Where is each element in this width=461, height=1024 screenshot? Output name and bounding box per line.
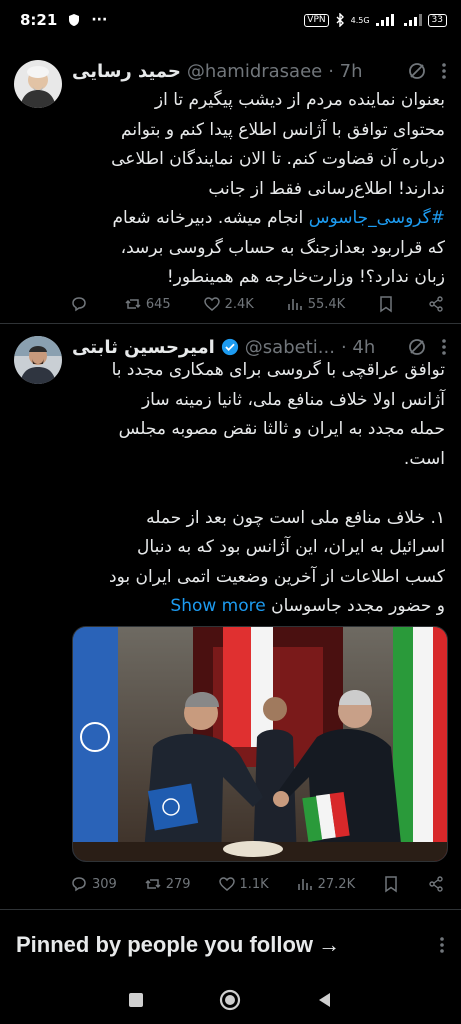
network-type: 4.5G [350, 15, 370, 25]
views-icon [297, 879, 312, 890]
arrow-right-icon[interactable]: → [318, 932, 340, 957]
text-line: بعنوان نماینده مردم از دیشب پیگیرم تا از [154, 90, 445, 110]
bookmark-button[interactable] [377, 295, 395, 313]
repost-icon [145, 879, 161, 889]
verified-badge-icon [221, 338, 238, 356]
bookmark-icon [380, 296, 392, 313]
text-line: حمله مجدد به ایران و ثالثا نقض مصوبه مجل… [118, 419, 445, 439]
like-count: 1.1K [239, 876, 269, 892]
grok-icon[interactable] [407, 337, 427, 357]
signal-2-icon [403, 14, 422, 26]
share-button[interactable] [427, 875, 445, 893]
tweet-time: · 7h [328, 60, 363, 82]
text-line: که قراربود بعدازجنگ به حساب گروسی برسد، [120, 237, 445, 258]
views-icon [287, 299, 302, 310]
system-nav-bar [0, 975, 461, 1024]
text-line: ۱. خلاف منافع ملی است چون بعد از حمله [146, 507, 445, 528]
bluetooth-icon [336, 13, 344, 27]
more-options-icon[interactable] [441, 62, 447, 80]
tweet-time: · 4h [340, 336, 376, 358]
view-count: 27.2K [317, 876, 356, 892]
tweet-text[interactable]: بعنوان نماینده مردم از دیشب پیگیرم تا از… [70, 86, 445, 293]
views-button[interactable]: 55.4K [286, 295, 345, 313]
home-icon[interactable] [218, 988, 242, 1012]
text-line: آژانس اولا خلاف منافع ملی، ثانیا زمینه س… [141, 389, 445, 410]
pinned-title[interactable]: Pinned by people you follow [16, 932, 313, 957]
heart-icon [218, 877, 235, 891]
tweet-text[interactable]: توافق عراقچی با گروسی برای همکاری مجدد ب… [70, 356, 445, 622]
repost-count: 645 [145, 296, 171, 312]
photo-illustration [73, 627, 447, 861]
text-line: است. [403, 448, 445, 469]
tweet-photo[interactable] [72, 626, 448, 862]
more-options-icon[interactable] [439, 936, 445, 954]
recents-icon[interactable] [127, 991, 145, 1009]
show-more-link[interactable]: Show more [170, 596, 265, 616]
share-icon [429, 876, 443, 892]
like-button[interactable]: 2.4K [203, 295, 254, 313]
bookmark-button[interactable] [382, 875, 400, 893]
like-count: 2.4K [224, 296, 254, 312]
views-button[interactable]: 27.2K [296, 875, 355, 893]
grok-icon[interactable] [407, 61, 427, 81]
signal-icon [375, 14, 394, 26]
avatar[interactable] [14, 336, 62, 384]
text-fragment: و حضور مجدد جاسوسان [271, 596, 445, 616]
back-icon[interactable] [316, 991, 334, 1009]
text-line: توافق عراقچی با گروسی برای همکاری مجدد ب… [111, 360, 445, 380]
repost-count: 279 [165, 876, 191, 892]
share-icon [429, 296, 443, 312]
author-name[interactable]: امیرحسین ثابتی [72, 337, 215, 358]
repost-button[interactable]: 645 [124, 295, 171, 313]
repost-icon [125, 299, 141, 309]
more-options-icon[interactable] [441, 338, 447, 356]
hashtag-link[interactable]: #گروسی_جاسوس [309, 208, 445, 228]
repost-button[interactable]: 279 [144, 875, 191, 893]
like-button[interactable]: 1.1K [218, 875, 269, 893]
tweet-1[interactable]: حمید رسایی @hamidrasaee · 7h بعنوان نمای… [0, 48, 461, 324]
author-handle[interactable]: @sabeti... [245, 337, 335, 358]
more-notifications-icon: ··· [91, 12, 108, 28]
reply-button[interactable] [70, 295, 92, 313]
text-fragment: انجام میشه. دبیرخانه شعام [112, 208, 309, 228]
status-bar: 8:21 ··· VPN 4.5G 33 [0, 0, 461, 40]
text-line: کسب اطلاعات از آخرین وضعیت اتمی ایران بو… [109, 566, 445, 587]
text-line: زبان ندارد؟! وزارت‌خارجه هم همینطور! [166, 267, 445, 287]
text-line: اسرائیل به ایران، این آژانس بود که به دن… [137, 537, 445, 557]
reply-icon [72, 877, 86, 892]
reply-button[interactable]: 309 [70, 875, 117, 893]
heart-icon [203, 297, 220, 311]
share-button[interactable] [427, 295, 445, 313]
notification-shield-icon [69, 14, 80, 26]
reply-icon [72, 297, 86, 312]
view-count: 55.4K [307, 296, 346, 312]
avatar[interactable] [14, 60, 62, 108]
reply-count: 309 [92, 876, 117, 892]
pinned-section-header[interactable]: Pinned by people you follow → [0, 910, 461, 980]
bookmark-icon [385, 876, 397, 893]
text-line: ندارند! اطلاع‌رسانی فقط از جانب [208, 178, 445, 199]
author-name[interactable]: حمید رسایی [72, 61, 181, 82]
text-line: #گروسی_جاسوس انجام میشه. دبیرخانه شعام [70, 204, 445, 234]
clock: 8:21 [20, 11, 58, 29]
text-line: محتوای توافق با آژانس اطلاع پیدا کنم و ب… [121, 119, 445, 140]
text-line: و حضور مجدد جاسوسان Show more [70, 592, 445, 622]
battery-indicator: 33 [427, 13, 447, 27]
author-handle[interactable]: @hamidrasaee [187, 61, 322, 82]
vpn-badge: VPN [304, 13, 329, 27]
text-line: درباره آن قضاوت کنم. تا الان نمایندگان ا… [111, 149, 445, 169]
